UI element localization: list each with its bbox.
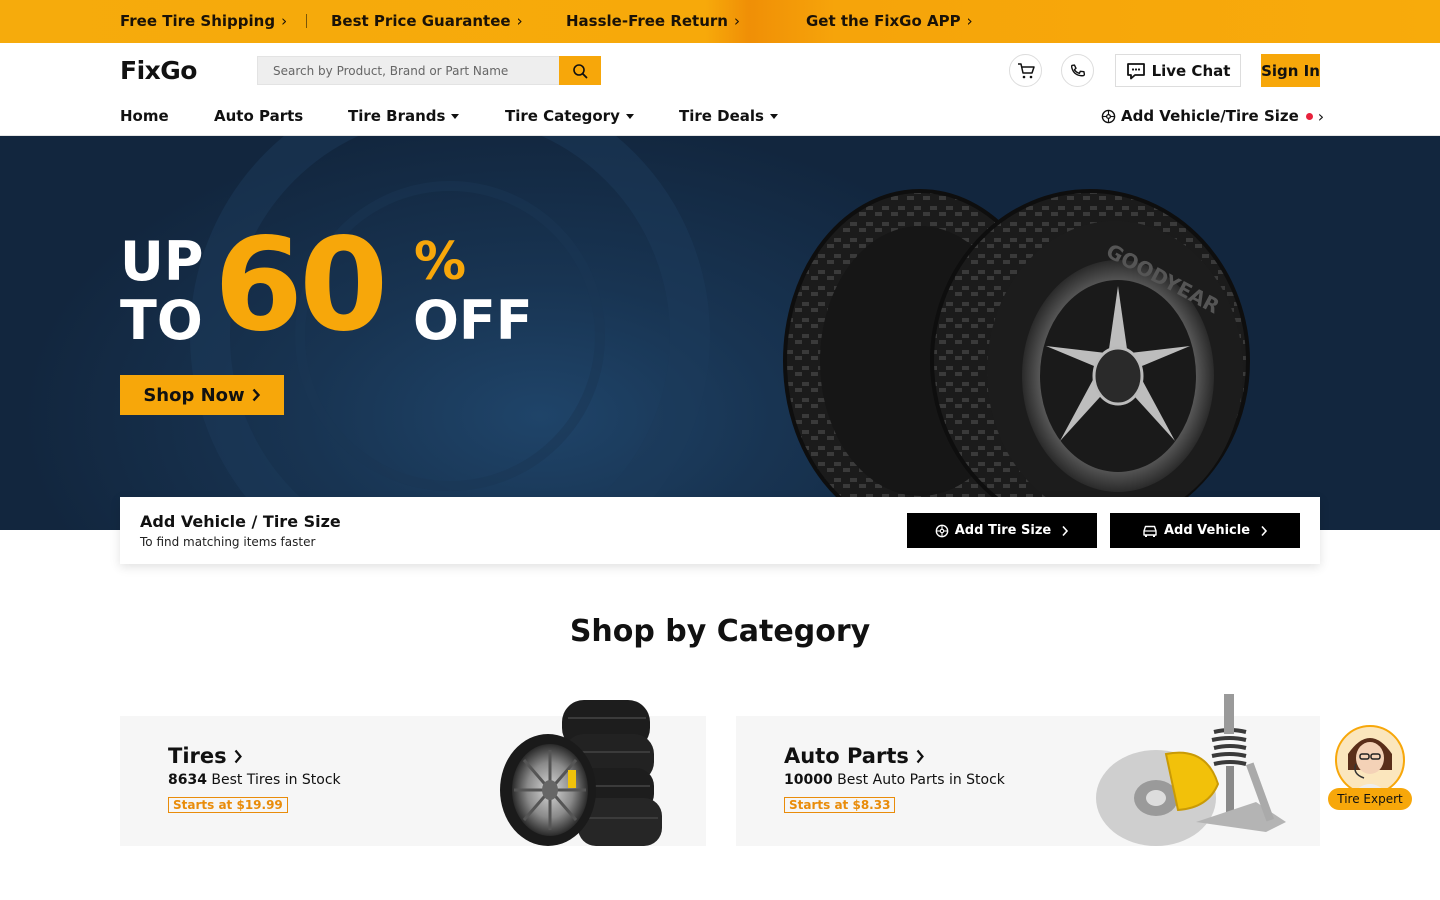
shop-by-category-heading: Shop by Category	[569, 614, 871, 649]
category-card-tires[interactable]: Tires 8634 Best Tires in Stock Starts at…	[120, 700, 706, 846]
nav-label: Home	[120, 107, 169, 125]
starting-price-badge: Starts at $8.33	[784, 797, 896, 813]
tire-expert-widget[interactable]: Tire Expert	[1327, 724, 1413, 814]
chevron-right-icon: ›	[733, 12, 740, 30]
nav-auto-parts[interactable]: Auto Parts	[214, 105, 303, 127]
add-vehicle-nav-label: Add Vehicle/Tire Size	[1121, 107, 1299, 125]
vehicle-card-title: Add Vehicle / Tire Size	[140, 512, 341, 531]
promo-label: Get the FixGo APP	[806, 12, 961, 30]
cart-button[interactable]	[1009, 54, 1042, 87]
hero-off-text: OFF	[413, 289, 533, 352]
add-vehicle-nav-link[interactable]: Add Vehicle/Tire Size ›	[1101, 105, 1324, 127]
shop-now-label: Shop Now	[143, 384, 245, 406]
caret-down-icon	[769, 113, 778, 119]
stock-number: 10000	[784, 772, 833, 788]
category-title: Tires	[168, 744, 243, 768]
fixgo-logo[interactable]: FixGo	[120, 56, 197, 85]
hero-to-text: TO	[120, 289, 203, 352]
hero-percent-sign: %	[414, 232, 467, 292]
nav-tire-deals[interactable]: Tire Deals	[679, 105, 778, 127]
chevron-right-icon	[1261, 525, 1268, 536]
stock-text: Best Tires in Stock	[211, 772, 341, 788]
nav-label: Tire Brands	[348, 107, 446, 125]
tires-stack-image	[500, 700, 662, 846]
search-bar	[257, 56, 601, 85]
vehicle-card-subtitle: To find matching items faster	[140, 535, 316, 549]
starting-price-badge: Starts at $19.99	[168, 797, 288, 813]
live-chat-button[interactable]: Live Chat	[1115, 54, 1241, 87]
add-tire-size-button[interactable]: Add Tire Size	[907, 513, 1097, 548]
promo-hassle-free-return[interactable]: Hassle-Free Return ›	[566, 0, 740, 43]
chevron-right-icon: ›	[516, 12, 523, 30]
search-input[interactable]	[258, 57, 560, 84]
live-chat-label: Live Chat	[1151, 61, 1231, 80]
shop-now-button[interactable]: Shop Now	[120, 375, 284, 415]
nav-label: Auto Parts	[214, 107, 304, 125]
stock-text: Best Auto Parts in Stock	[837, 772, 1005, 788]
search-button[interactable]	[559, 56, 601, 85]
chevron-right-icon	[1062, 525, 1069, 536]
chevron-right-icon: ›	[1317, 106, 1325, 126]
nav-tire-category[interactable]: Tire Category	[505, 105, 634, 127]
chevron-right-icon	[252, 388, 260, 402]
category-title: Auto Parts	[784, 744, 925, 768]
search-icon	[573, 63, 588, 78]
hero-banner[interactable]: UP TO 60 % OFF Shop Now GOODYEAR	[0, 136, 1440, 530]
hero-discount-number: 60	[214, 211, 388, 360]
promo-free-shipping[interactable]: Free Tire Shipping ›	[120, 0, 287, 43]
chevron-right-icon	[916, 749, 924, 763]
promo-best-price[interactable]: Best Price Guarantee ›	[331, 0, 523, 43]
category-stock-count: 8634 Best Tires in Stock	[168, 772, 341, 788]
promo-label: Free Tire Shipping	[120, 12, 276, 30]
add-tire-size-label: Add Tire Size	[954, 523, 1052, 538]
promo-divider	[306, 14, 307, 28]
promo-label: Hassle-Free Return	[566, 12, 728, 30]
caret-down-icon	[625, 113, 634, 119]
promo-get-app[interactable]: Get the FixGo APP ›	[806, 0, 973, 43]
chevron-right-icon: ›	[966, 12, 973, 30]
caret-down-icon	[451, 113, 460, 119]
hero-tires-image: GOODYEAR	[783, 189, 1250, 530]
tire-icon	[935, 524, 949, 537]
stock-number: 8634	[168, 772, 207, 788]
nav-tire-brands[interactable]: Tire Brands	[348, 105, 460, 127]
add-vehicle-label: Add Vehicle	[1163, 523, 1251, 538]
expert-avatar	[1335, 725, 1405, 794]
notification-dot	[1305, 112, 1313, 120]
promo-label: Best Price Guarantee	[331, 12, 511, 30]
chevron-right-icon	[234, 749, 242, 763]
category-stock-count: 10000 Best Auto Parts in Stock	[784, 772, 1005, 788]
category-card-auto-parts[interactable]: Auto Parts 10000 Best Auto Parts in Stoc…	[736, 694, 1320, 846]
category-title-text: Tires	[168, 744, 227, 768]
sign-in-button[interactable]: Sign In	[1261, 54, 1320, 87]
cart-icon	[1017, 62, 1035, 78]
car-icon	[1143, 525, 1157, 537]
promo-bar: Free Tire Shipping › Best Price Guarantee…	[0, 0, 1440, 43]
phone-button[interactable]	[1061, 54, 1094, 87]
nav-label: Tire Deals	[679, 107, 764, 125]
nav-label: Tire Category	[505, 107, 620, 125]
auto-parts-image	[1096, 694, 1286, 846]
phone-icon	[1070, 63, 1085, 76]
tire-icon	[1101, 109, 1116, 123]
chat-icon	[1126, 62, 1145, 79]
category-title-text: Auto Parts	[784, 744, 909, 768]
add-vehicle-button[interactable]: Add Vehicle	[1110, 513, 1300, 548]
tire-expert-label: Tire Expert	[1328, 788, 1412, 810]
hero-up-text: UP	[120, 230, 204, 293]
add-vehicle-card: Add Vehicle / Tire Size To find matching…	[120, 497, 1320, 564]
chevron-right-icon: ›	[281, 12, 288, 30]
nav-home[interactable]: Home	[120, 105, 169, 127]
